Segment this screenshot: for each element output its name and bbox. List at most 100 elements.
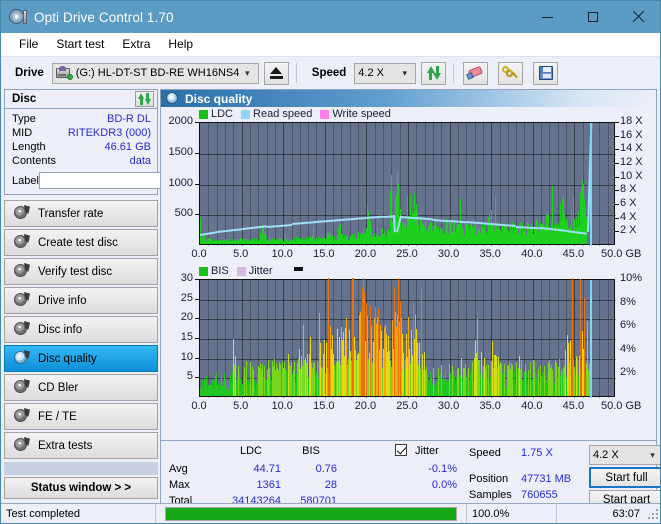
legend-item: LDC (199, 108, 233, 120)
y2-tick-label: 14 X (620, 142, 643, 155)
x-tick-label: 25.0 (396, 400, 418, 412)
sidebar-item-disc-quality[interactable]: Disc quality (4, 345, 158, 372)
sidebar-item-verify-test-disc[interactable]: Verify test disc (4, 258, 158, 285)
eject-button[interactable] (263, 61, 289, 85)
disc-panel: Disc Type BD-R DL MID RITEKDR3 (000) Len… (4, 89, 242, 195)
stats-position-label: Position (469, 473, 509, 485)
sidebar-item-label: Disc quality (38, 352, 97, 365)
keys-button[interactable] (498, 61, 524, 85)
start-full-button[interactable]: Start full (589, 467, 660, 488)
sidebar-item-label: Extra tests (38, 439, 93, 452)
disc-row-key: Type (12, 113, 36, 125)
refresh-button[interactable] (421, 61, 447, 85)
disc-quality-header: Disc quality (161, 90, 656, 107)
progress-bar (165, 506, 457, 521)
legend-item: Write speed (320, 108, 391, 120)
ldc-legend: LDC Read speed Write speed (199, 108, 396, 120)
nav-list: Transfer rate Create test disc Verify te… (4, 200, 158, 459)
stats-header-bis: BIS (302, 445, 320, 457)
y-tick (195, 183, 199, 185)
resize-grip[interactable] (648, 509, 660, 521)
legend-label: Write speed (332, 108, 391, 120)
x-tick-label: 0.0 (191, 248, 207, 260)
menu-item-help[interactable]: Help (159, 35, 202, 53)
disc-row-key: Length (12, 141, 46, 153)
y2-tick-label: 4% (620, 342, 636, 355)
disc-extra-icon (14, 437, 30, 453)
legend-label: Jitter (248, 265, 273, 277)
disc-row-value: data (129, 155, 151, 167)
read-speed-line (266, 223, 292, 227)
y2-tick-label: 2 X (620, 224, 637, 237)
drive-label: Drive (15, 67, 44, 79)
bis-legend: BIS Jitter (199, 265, 278, 277)
stats-ldc-max: 1361 (256, 479, 281, 491)
legend-label: Read speed (253, 108, 313, 120)
menu-item-extra[interactable]: Extra (113, 35, 159, 53)
sidebar-item-transfer-rate[interactable]: Transfer rate (4, 200, 158, 227)
close-button[interactable] (615, 1, 660, 33)
sidebar-item-disc-info[interactable]: Disc info (4, 316, 158, 343)
disc-row-value: RITEKDR3 (000) (67, 127, 151, 139)
disc-quality-icon (14, 350, 30, 366)
y-tick-label: 5 (186, 370, 193, 383)
window-title: Opti Drive Control 1.70 (34, 9, 174, 25)
read-speed-line (316, 219, 342, 223)
elapsed-time: 63:07 (556, 503, 660, 523)
minimize-button[interactable] (525, 1, 570, 33)
sidebar-item-cd-bler[interactable]: CD Bler (4, 374, 158, 401)
sidebar-item-label: FE / TE (38, 410, 77, 423)
y-tick-label: 15 (180, 331, 193, 343)
floppy-save-icon (538, 66, 553, 80)
sidebar-item-create-test-disc[interactable]: Create test disc (4, 229, 158, 256)
x-tick-label: 15.0 (313, 248, 335, 260)
x-tick-label: 45.0 (562, 248, 585, 260)
status-window-button[interactable]: Status window > > (4, 477, 158, 499)
sidebar-item-extra-tests[interactable]: Extra tests (4, 432, 158, 459)
y-tick-label: 1000 (168, 176, 193, 189)
title-bar: Opti Drive Control 1.70 (1, 1, 660, 33)
speed-select-value: 4.2 X (358, 67, 384, 79)
x-tick-label: 5.0 (232, 400, 249, 412)
y-tick (195, 298, 199, 300)
menu-item-file[interactable]: File (10, 35, 47, 53)
disc-drive-icon (14, 292, 30, 308)
sidebar-item-drive-info[interactable]: Drive info (4, 287, 158, 314)
scrollbar-mark[interactable] (294, 267, 303, 271)
speed-select[interactable]: 4.2 X ▾ (354, 62, 417, 84)
test-speed-value: 4.2 X (593, 449, 619, 461)
legend-swatch (199, 109, 208, 119)
content-area: Disc Type BD-R DL MID RITEKDR3 (000) Len… (1, 89, 660, 513)
stats-speed-label: Speed (469, 447, 501, 459)
x-tick-label: 20.0 (354, 400, 377, 412)
chevron-down-icon: ▾ (402, 67, 408, 78)
disc-refresh-button[interactable] (135, 91, 154, 107)
maximize-button[interactable] (570, 1, 615, 33)
y-tick (195, 122, 199, 123)
drive-select[interactable]: (G:) HL-DT-ST BD-RE WH16NS48 1.D3 ▾ (51, 62, 259, 84)
disc-label-key: Label (12, 174, 39, 187)
save-button[interactable] (533, 61, 559, 85)
menu-item-start-test[interactable]: Start test (47, 35, 113, 53)
test-speed-select[interactable]: 4.2 X ▾ (589, 445, 660, 465)
sidebar-item-fe-te[interactable]: FE / TE (4, 403, 158, 430)
chevron-down-icon: ▾ (650, 449, 655, 460)
stats-samples-label: Samples (469, 489, 512, 501)
y2-tick (615, 204, 619, 205)
y-tick (195, 214, 199, 216)
x-tick-label: 35.0 (479, 400, 501, 412)
legend-swatch (236, 266, 246, 276)
y-tick (195, 357, 199, 359)
sidebar-item-label: Drive info (38, 294, 87, 307)
erase-button[interactable] (463, 61, 489, 85)
disc-bler-icon (14, 379, 30, 395)
disc-verify-icon (14, 263, 30, 279)
y2-tick (615, 163, 619, 164)
jitter-checkbox[interactable] (395, 444, 407, 456)
bis-chart: BIS Jitter 5 10 15 20 25 30 2% 4% 6% 8% 10% 0.0 5.0 10.… (161, 265, 657, 415)
stats-bis-max: 28 (324, 479, 337, 491)
y-tick-label: 2000 (168, 115, 193, 127)
disc-info-rows: Type BD-R DL MID RITEKDR3 (000) Length 4… (5, 109, 242, 194)
y-tick-label: 10 (180, 350, 193, 363)
legend-label: BIS (211, 265, 229, 277)
